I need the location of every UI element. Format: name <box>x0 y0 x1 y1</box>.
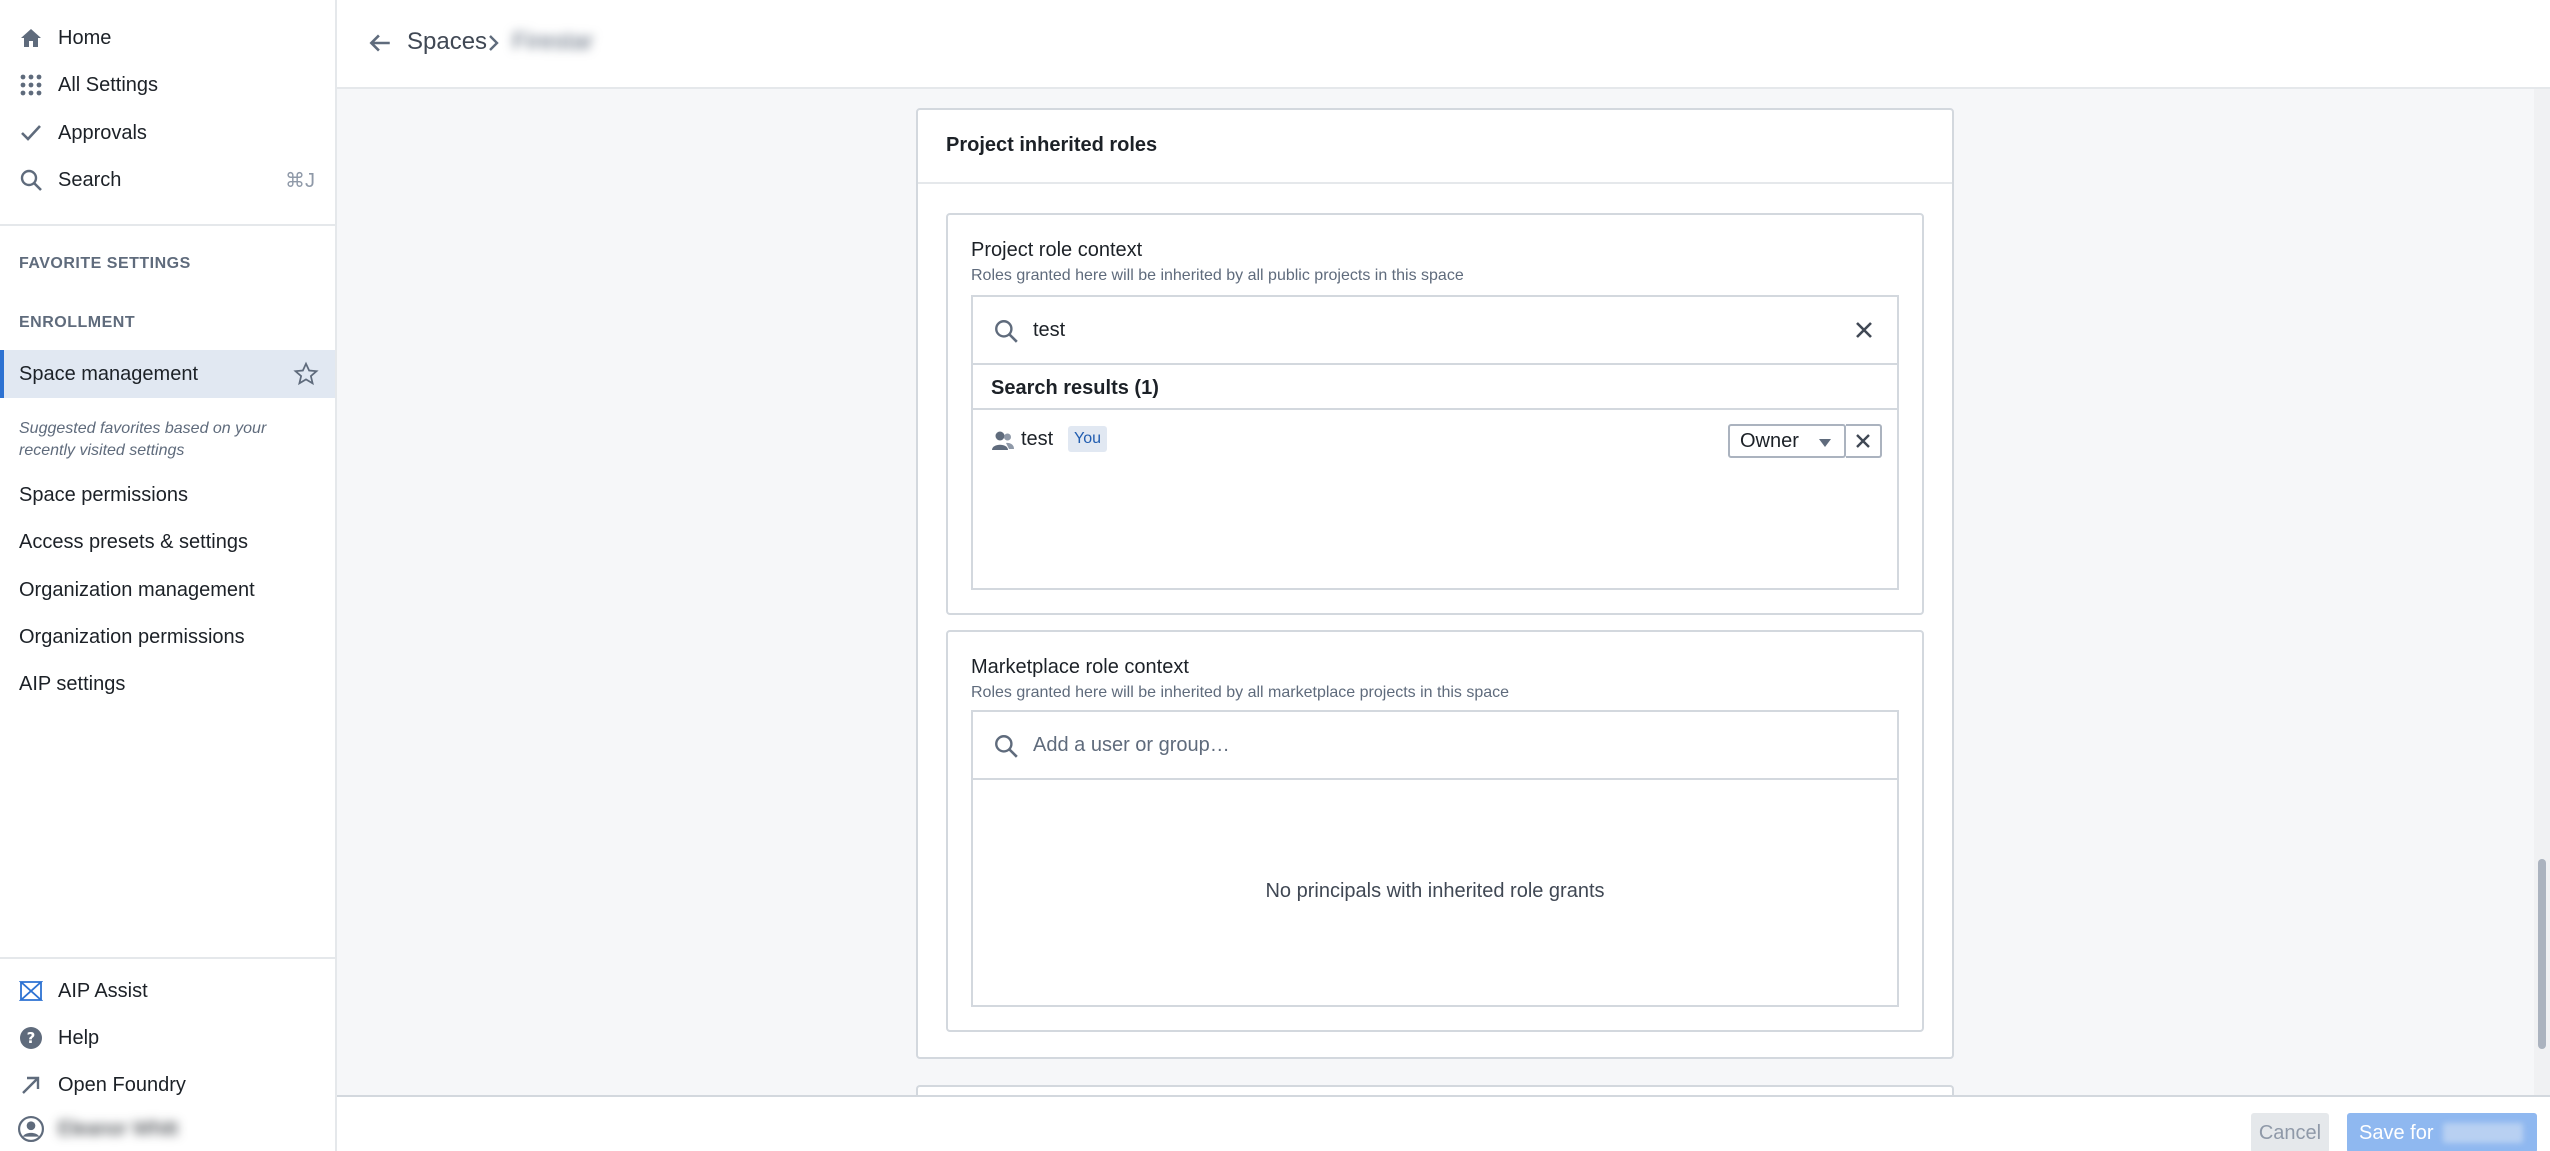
role-select[interactable]: Owner <box>1728 424 1846 458</box>
sidebar-item-organization-permissions[interactable]: Organization permissions <box>19 626 245 649</box>
sidebar-item-label: Space management <box>19 362 199 385</box>
sidebar-item-label: Approvals <box>58 121 147 144</box>
scrollbar[interactable] <box>2534 89 2550 1095</box>
marketplace-search-row: Add a user or group… <box>973 712 1897 780</box>
search-icon <box>18 167 44 193</box>
marketplace-role-context-title: Marketplace role context <box>971 656 1189 678</box>
suggested-favorites-hint: Suggested favorites based on your recent… <box>19 420 267 459</box>
project-role-context-description: Roles granted here will be inherited by … <box>971 267 1464 284</box>
sidebar-item-all-settings[interactable]: All Settings <box>0 62 335 108</box>
sidebar-item-home[interactable]: Home <box>0 15 335 61</box>
sidebar-item-user[interactable]: Eleanor Whitt <box>0 1108 335 1150</box>
back-arrow-icon[interactable] <box>367 30 393 56</box>
remove-principal-button[interactable] <box>1846 424 1882 458</box>
save-button[interactable]: Save for <box>2347 1113 2537 1151</box>
external-arrow-icon <box>18 1072 44 1098</box>
sidebar-item-space-management[interactable]: Space management <box>0 350 335 398</box>
you-tag: You <box>1068 426 1107 452</box>
sidebar-item-organization-management[interactable]: Organization management <box>19 579 255 602</box>
sidebar-item-label: Home <box>58 26 112 49</box>
project-principal-box: test Search results (1) test You Owner <box>971 295 1899 590</box>
caret-down-icon <box>1818 438 1832 448</box>
search-icon <box>993 733 1019 759</box>
space-chip <box>2443 1123 2524 1143</box>
keyboard-shortcut: ⌘J <box>285 169 315 192</box>
project-search-input[interactable]: test <box>1033 319 1065 342</box>
project-role-context-title: Project role context <box>971 239 1143 261</box>
sidebar-item-space-permissions[interactable]: Space permissions <box>19 484 188 507</box>
sidebar-item-label: AIP Assist <box>58 979 148 1002</box>
principal-name: test <box>1021 428 1054 450</box>
clear-search-icon[interactable] <box>1853 319 1875 341</box>
enrollment-heading: ENROLLMENT <box>19 314 136 331</box>
action-footer: Cancel Save for <box>337 1095 2550 1151</box>
user-group-icon <box>991 430 1015 452</box>
home-icon <box>18 25 44 51</box>
sidebar-item-aip-settings[interactable]: AIP settings <box>19 673 125 696</box>
sidebar-item-approvals[interactable]: Approvals <box>0 110 335 156</box>
sidebar-item-open-foundry[interactable]: Open Foundry <box>0 1062 335 1108</box>
scrollbar-thumb[interactable] <box>2538 859 2546 1049</box>
user-name: Eleanor Whitt <box>58 1117 179 1140</box>
save-button-label: Save for <box>2359 1121 2434 1144</box>
project-inherited-roles-card: Project inherited roles Project role con… <box>916 108 1954 1059</box>
svg-text:?: ? <box>27 1029 36 1047</box>
sidebar-item-label: Help <box>58 1026 100 1049</box>
breadcrumb-current-space[interactable]: Firestar <box>512 28 593 56</box>
star-icon[interactable] <box>293 361 319 387</box>
search-icon <box>993 318 1019 344</box>
marketplace-role-context-description: Roles granted here will be inherited by … <box>971 684 1510 701</box>
sidebar-item-search[interactable]: Search ⌘J <box>0 157 335 203</box>
sidebar: Home All Settings Approvals Search ⌘J FA… <box>0 0 337 1151</box>
marketplace-role-context: Marketplace role context Roles granted h… <box>946 630 1924 1032</box>
empty-state-message: No principals with inherited role grants <box>1265 880 1605 902</box>
top-bar: Spaces Firestar <box>337 0 2550 89</box>
list-item[interactable]: test You Owner <box>973 410 1897 470</box>
chevron-right-icon <box>485 33 503 53</box>
grid-icon <box>18 72 44 98</box>
sidebar-item-aip-assist[interactable]: AIP Assist <box>0 968 335 1014</box>
favorite-settings-heading: FAVORITE SETTINGS <box>19 255 191 272</box>
card-title: Project inherited roles <box>946 134 1158 156</box>
project-search-row: test <box>973 297 1897 365</box>
check-icon <box>18 120 44 146</box>
user-avatar-icon <box>18 1116 44 1142</box>
aip-assist-icon <box>18 978 44 1004</box>
role-select-value: Owner <box>1740 429 1799 452</box>
search-results-heading: Search results (1) <box>991 377 1159 399</box>
project-role-context: Project role context Roles granted here … <box>946 213 1924 615</box>
marketplace-search-input[interactable]: Add a user or group… <box>1033 734 1230 757</box>
sidebar-item-help[interactable]: ? Help <box>0 1015 335 1061</box>
sidebar-divider <box>0 957 335 959</box>
sidebar-item-label: All Settings <box>58 73 159 96</box>
sidebar-item-label: Search <box>58 168 122 191</box>
close-icon <box>1854 432 1872 450</box>
card-divider <box>918 182 1952 184</box>
sidebar-divider <box>0 224 335 226</box>
sidebar-item-label: Open Foundry <box>58 1073 186 1096</box>
breadcrumb-spaces[interactable]: Spaces <box>407 28 487 56</box>
help-icon: ? <box>18 1025 44 1051</box>
cancel-button[interactable]: Cancel <box>2251 1113 2329 1151</box>
marketplace-principal-box: Add a user or group… No principals with … <box>971 710 1899 1007</box>
sidebar-item-access-presets[interactable]: Access presets & settings <box>19 531 248 554</box>
